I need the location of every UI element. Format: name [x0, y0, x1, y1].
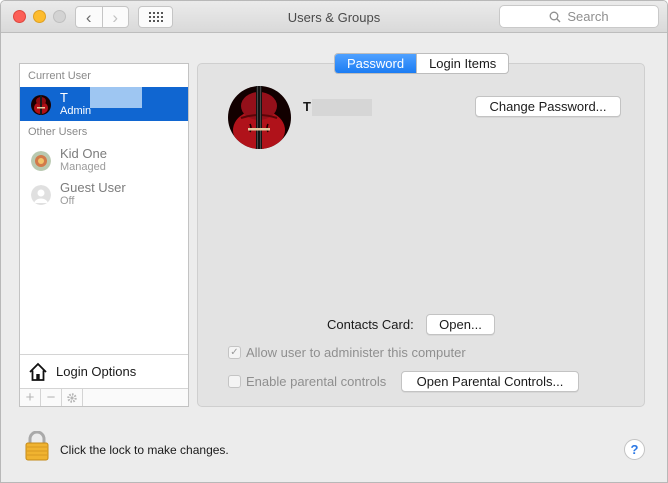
- add-user-button[interactable]: +: [20, 389, 41, 406]
- contacts-card-label: Contacts Card:: [327, 317, 414, 332]
- minus-icon: −: [46, 389, 56, 406]
- users-list: Current User T Admin Other Users Kid One…: [19, 63, 189, 407]
- gear-icon: [67, 392, 77, 403]
- guest-user-role: Off: [60, 195, 75, 207]
- kid-one-role: Managed: [60, 161, 106, 173]
- name-redaction-large: [312, 99, 372, 116]
- tab-login-items[interactable]: Login Items: [416, 54, 508, 73]
- current-user-header: Current User: [28, 70, 91, 82]
- question-mark-icon: ?: [630, 442, 639, 457]
- login-options-item[interactable]: Login Options: [20, 354, 188, 388]
- tab-password[interactable]: Password: [335, 54, 417, 73]
- kid-one-name: Kid One: [60, 146, 107, 161]
- search-placeholder: Search: [567, 9, 609, 24]
- user-row-kid-one[interactable]: Kid One Managed: [20, 143, 188, 177]
- other-users-header: Other Users: [28, 126, 88, 138]
- allow-admin-label: Allow user to administer this computer: [246, 345, 466, 360]
- allow-admin-row: ✓ Allow user to administer this computer: [228, 345, 466, 360]
- user-picture[interactable]: [228, 86, 291, 149]
- current-user-role: Admin: [60, 105, 92, 117]
- house-icon: [29, 362, 47, 381]
- name-redaction: [90, 87, 142, 108]
- users-groups-window: ‹ › Users & Groups Search Current User T…: [0, 0, 668, 483]
- allow-admin-checkbox[interactable]: ✓: [228, 346, 241, 359]
- search-icon: [549, 11, 561, 22]
- user-row-guest[interactable]: Guest User Off: [20, 177, 188, 211]
- open-contacts-card-button[interactable]: Open...: [426, 314, 495, 335]
- change-password-button[interactable]: Change Password...: [475, 96, 621, 117]
- parental-controls-checkbox[interactable]: [228, 375, 241, 388]
- titlebar: ‹ › Users & Groups Search: [1, 1, 667, 33]
- list-toolbar: + −: [20, 388, 188, 406]
- user-row-current[interactable]: T Admin: [20, 87, 188, 121]
- lock-message: Click the lock to make changes.: [60, 443, 229, 457]
- parental-controls-row: Enable parental controls: [228, 374, 386, 389]
- search-field[interactable]: Search: [499, 5, 659, 28]
- user-full-name: T: [303, 99, 311, 114]
- current-user-name: T: [60, 90, 68, 105]
- kid-avatar-icon: [31, 151, 51, 171]
- guest-avatar-icon: [31, 185, 51, 205]
- lock-icon[interactable]: [25, 430, 49, 464]
- remove-user-button[interactable]: −: [41, 389, 62, 406]
- guest-user-name: Guest User: [60, 180, 126, 195]
- login-options-label: Login Options: [56, 364, 137, 379]
- plus-icon: +: [25, 389, 35, 406]
- action-menu-button[interactable]: [62, 389, 83, 406]
- violin-avatar-icon: [31, 95, 51, 115]
- parental-controls-label: Enable parental controls: [246, 374, 387, 389]
- tab-bar: Password Login Items: [334, 53, 510, 74]
- open-parental-controls-button[interactable]: Open Parental Controls...: [401, 371, 579, 392]
- help-button[interactable]: ?: [624, 439, 645, 460]
